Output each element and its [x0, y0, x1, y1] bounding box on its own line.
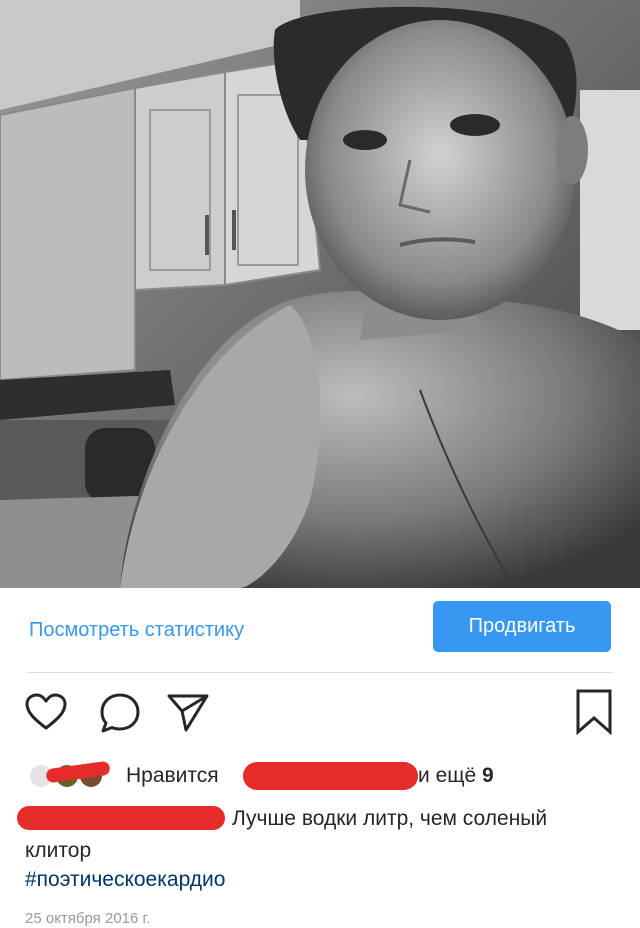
- view-stats-link[interactable]: Посмотреть статистику: [29, 619, 244, 642]
- likes-row[interactable]: Нравится и ещё 9: [28, 758, 628, 792]
- caption-text: Лучше водки литр, чем соленый: [232, 807, 548, 830]
- likes-more: и ещё 9: [418, 764, 494, 787]
- post-date: 25 октября 2016 г.: [25, 910, 151, 927]
- selfie-photo-image: [0, 0, 640, 588]
- divider: [27, 672, 613, 673]
- post-photo[interactable]: [0, 0, 640, 588]
- promote-button[interactable]: Продвигать: [433, 601, 611, 652]
- comment-icon[interactable]: [98, 692, 142, 734]
- redaction-mark: [17, 806, 225, 830]
- caption-text-continued: клитор: [25, 839, 92, 862]
- likes-label: Нравится: [126, 764, 219, 787]
- hashtag-link[interactable]: #поэтическоекардио: [25, 868, 225, 892]
- paper-plane-icon[interactable]: [166, 692, 210, 734]
- heart-icon[interactable]: [24, 692, 68, 732]
- redaction-mark: [243, 762, 418, 790]
- bookmark-icon[interactable]: [574, 688, 614, 736]
- likes-count: 9: [482, 764, 494, 787]
